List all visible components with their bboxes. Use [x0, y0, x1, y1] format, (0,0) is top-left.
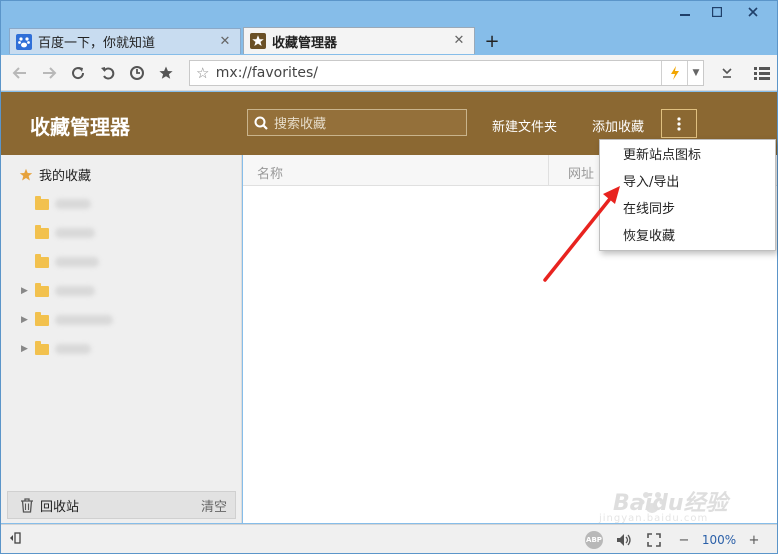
new-tab-button[interactable]: +: [477, 28, 507, 54]
sidebar-toggle-icon[interactable]: [9, 532, 21, 547]
folder-item[interactable]: [21, 253, 99, 271]
navigation-toolbar: ☆ mx://favorites/ ▼: [1, 55, 777, 91]
expand-arrow-icon[interactable]: ▶: [21, 344, 35, 354]
volume-button[interactable]: [609, 533, 639, 547]
maximize-button[interactable]: [701, 1, 733, 23]
recycle-bin-label: 回收站: [40, 499, 80, 515]
folder-item[interactable]: ▶: [21, 311, 113, 329]
watermark-sub: jingyan.baidu.com: [599, 513, 709, 524]
search-input[interactable]: 搜索收藏: [247, 109, 467, 136]
folder-name-blurred: [55, 199, 91, 209]
back-icon: [12, 66, 26, 79]
folder-name-blurred: [55, 228, 95, 238]
folder-icon: [35, 253, 49, 268]
download-icon: [722, 67, 732, 78]
more-vertical-icon: [677, 116, 681, 131]
star-icon: [19, 168, 33, 180]
download-button[interactable]: [712, 58, 741, 88]
folder-item[interactable]: ▶: [21, 340, 91, 358]
tree-root-label: 我的收藏: [39, 169, 92, 184]
tree-root-my-favorites[interactable]: 我的收藏: [19, 165, 91, 184]
browser-window: 百度一下，你就知道 ✕ 收藏管理器 ✕ + ☆ mx://favorites/ …: [0, 0, 778, 554]
main-menu-button[interactable]: [748, 58, 777, 88]
forward-button[interactable]: [34, 58, 63, 88]
expand-arrow-icon[interactable]: ▶: [21, 315, 35, 325]
favorites-button[interactable]: [151, 58, 180, 88]
forward-icon: [42, 66, 57, 79]
star-icon: [250, 33, 266, 49]
close-icon: [748, 7, 758, 17]
tab-close-button[interactable]: ✕: [452, 34, 466, 48]
trash-icon: [21, 497, 33, 513]
folder-item[interactable]: ▶: [21, 282, 95, 300]
adblock-button[interactable]: ABP: [579, 531, 609, 549]
lightning-icon[interactable]: [661, 60, 687, 85]
status-bar: ABP − 100% +: [1, 524, 777, 553]
tab-title: 收藏管理器: [272, 35, 338, 51]
folder-icon: [35, 195, 49, 210]
tab-title: 百度一下，你就知道: [38, 36, 156, 51]
baidu-paw-icon: [16, 33, 32, 50]
dropdown-icon[interactable]: ▼: [687, 60, 703, 85]
folder-icon: [35, 311, 49, 326]
menu-item-online-sync[interactable]: 在线同步: [600, 196, 775, 223]
column-header-url[interactable]: 网址: [568, 163, 594, 182]
more-options-menu: 更新站点图标 导入/导出 在线同步 恢复收藏: [599, 139, 776, 251]
folder-name-blurred: [55, 315, 113, 325]
maximize-icon: [712, 7, 722, 17]
tab-strip: 百度一下，你就知道 ✕ 收藏管理器 ✕ +: [9, 27, 507, 54]
undo-button[interactable]: [93, 58, 122, 88]
menu-icon: [754, 66, 771, 80]
folder-icon: [35, 340, 49, 355]
refresh-icon: [72, 66, 85, 79]
fullscreen-button[interactable]: [639, 533, 669, 547]
history-button[interactable]: [122, 58, 151, 88]
bookmark-star-icon[interactable]: ☆: [190, 64, 216, 82]
column-header-name[interactable]: 名称: [257, 163, 283, 182]
add-favorite-button[interactable]: 添加收藏: [592, 116, 644, 135]
column-divider[interactable]: [548, 155, 549, 186]
folder-icon: [35, 224, 49, 239]
watermark-logo: Baidu经验 jingyan.baidu.com: [593, 483, 743, 524]
status-bar-right: ABP − 100% +: [579, 529, 769, 551]
more-options-button[interactable]: [661, 109, 697, 138]
volume-icon: [617, 534, 631, 546]
folder-item[interactable]: [21, 195, 91, 213]
zoom-level[interactable]: 100%: [699, 533, 739, 547]
folder-name-blurred: [55, 286, 95, 296]
page-title: 收藏管理器: [30, 115, 130, 139]
history-icon: [129, 65, 144, 80]
folder-item[interactable]: [21, 224, 95, 242]
menu-item-import-export[interactable]: 导入/导出: [600, 169, 775, 196]
zoom-out-button[interactable]: −: [669, 533, 699, 548]
new-folder-button[interactable]: 新建文件夹: [492, 116, 557, 135]
window-controls: [669, 1, 773, 25]
tab-favorites-manager[interactable]: 收藏管理器 ✕: [243, 27, 475, 54]
favorites-star-icon: [159, 66, 173, 79]
search-placeholder: 搜索收藏: [274, 117, 327, 132]
undo-icon: [100, 66, 114, 79]
menu-item-restore-favorites[interactable]: 恢复收藏: [600, 223, 775, 250]
minimize-icon: [680, 14, 690, 16]
menu-item-update-site-icons[interactable]: 更新站点图标: [600, 142, 775, 169]
close-window-button[interactable]: [733, 1, 773, 23]
folder-name-blurred: [55, 344, 91, 354]
tab-baidu[interactable]: 百度一下，你就知道 ✕: [9, 28, 241, 54]
back-button[interactable]: [5, 58, 34, 88]
zoom-in-button[interactable]: +: [739, 533, 769, 548]
tab-close-button[interactable]: ✕: [218, 34, 232, 49]
recycle-bin[interactable]: 回收站 清空: [7, 491, 236, 519]
expand-arrow-icon[interactable]: ▶: [21, 286, 35, 296]
address-bar[interactable]: ☆ mx://favorites/ ▼: [188, 59, 705, 86]
fullscreen-icon: [647, 533, 661, 547]
search-icon: [254, 116, 268, 130]
abp-icon: ABP: [585, 531, 603, 549]
address-text[interactable]: mx://favorites/: [216, 65, 662, 81]
minimize-button[interactable]: [669, 1, 701, 23]
favorites-sidebar: 我的收藏 ▶ ▶ ▶ 回收站 清空: [1, 155, 242, 523]
clear-recycle-button[interactable]: 清空: [201, 496, 227, 515]
folder-icon: [35, 282, 49, 297]
refresh-button[interactable]: [64, 58, 93, 88]
folder-name-blurred: [55, 257, 99, 267]
